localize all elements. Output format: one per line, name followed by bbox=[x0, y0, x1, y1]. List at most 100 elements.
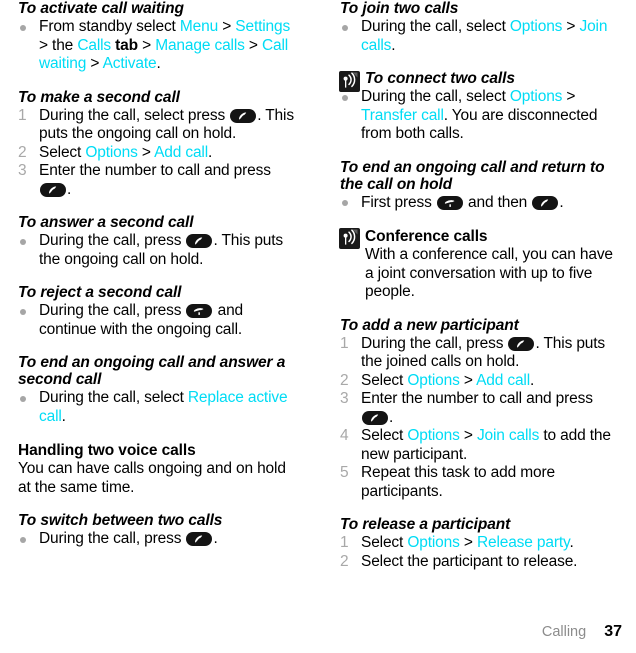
page-footer: Calling 37 bbox=[542, 623, 622, 641]
list-item: During the call, select Options > Transf… bbox=[340, 88, 622, 144]
footer-chapter-name: Calling bbox=[541, 624, 587, 640]
text-run: Select bbox=[361, 534, 408, 551]
heading-end-and-return: To end an ongoing call and return to the… bbox=[340, 158, 605, 193]
heading-connect-two-calls: To connect two calls bbox=[365, 70, 515, 87]
list-item: First press and then . bbox=[340, 194, 622, 213]
heading-join-two-calls: To join two calls bbox=[340, 0, 459, 17]
bullet-marker bbox=[20, 238, 26, 245]
text-run: > bbox=[137, 36, 156, 54]
step-number: 1 bbox=[340, 334, 349, 352]
text-run: During the call, press bbox=[39, 302, 186, 319]
text-run: > bbox=[244, 36, 262, 54]
step-number: 3 bbox=[18, 162, 27, 179]
heading-conference-calls: Conference calls bbox=[365, 228, 488, 245]
heading-switch-between-calls: To switch between two calls bbox=[18, 512, 223, 529]
text-run: > bbox=[562, 18, 580, 35]
text-run: > bbox=[459, 427, 477, 444]
link-options[interactable]: Options bbox=[407, 372, 460, 389]
body-conference-calls: With a conference call, you can have a j… bbox=[365, 246, 613, 300]
list-activate-call-waiting: From standby select Menu > Settings > th… bbox=[18, 18, 302, 74]
bullet-marker bbox=[342, 200, 348, 206]
text-run: > bbox=[86, 55, 103, 72]
list-item: 1 During the call, press . This puts the… bbox=[340, 335, 622, 372]
heading-answer-second-call: To answer a second call bbox=[18, 214, 194, 231]
step-number: 2 bbox=[340, 371, 349, 389]
call-key-icon bbox=[186, 532, 213, 546]
step-number: 3 bbox=[340, 390, 349, 407]
text-run: . bbox=[61, 407, 66, 425]
text-run-tab: tab bbox=[111, 36, 138, 54]
body-handling-two-voice-calls: You can have calls ongoing and on hold a… bbox=[18, 460, 286, 496]
heading-make-second-call: To make a second call bbox=[18, 88, 180, 106]
call-key-icon bbox=[40, 182, 66, 197]
link-options[interactable]: Options bbox=[407, 534, 460, 551]
step-number: 1 bbox=[340, 534, 349, 551]
list-join-two-calls: During the call, select Options > Join c… bbox=[340, 18, 622, 55]
call-key-icon bbox=[532, 195, 559, 210]
list-item: 2 Select Options > Add call. bbox=[18, 144, 302, 163]
text-run: . bbox=[559, 193, 564, 211]
link-transfer-call[interactable]: Transfer call bbox=[361, 107, 444, 124]
text-run: . bbox=[530, 371, 535, 389]
link-manage-calls[interactable]: Manage calls bbox=[155, 37, 245, 54]
list-item: During the call, press and continue with… bbox=[18, 302, 302, 339]
text-run: From standby select bbox=[39, 18, 180, 35]
text-run: Repeat this task to add more participant… bbox=[361, 464, 555, 500]
list-item: During the call, press . bbox=[18, 530, 302, 549]
link-options[interactable]: Options bbox=[85, 144, 138, 161]
list-item: During the call, press . This puts the o… bbox=[18, 232, 302, 269]
list-item: 4 Select Options > Join calls to add the… bbox=[340, 427, 622, 464]
text-run: . bbox=[208, 143, 213, 161]
bullet-marker bbox=[342, 94, 348, 101]
list-end-and-answer: During the call, select Replace active c… bbox=[18, 389, 302, 426]
link-options[interactable]: Options bbox=[510, 88, 563, 105]
footer-page-number: 37 bbox=[604, 623, 622, 640]
link-release-party[interactable]: Release party bbox=[477, 534, 570, 551]
list-answer-second-call: During the call, press . This puts the o… bbox=[18, 232, 302, 269]
list-item: 1 During the call, select press . This p… bbox=[18, 107, 302, 144]
heading-release-participant: To release a participant bbox=[340, 516, 511, 533]
heading-end-and-answer: To end an ongoing call and answer a seco… bbox=[18, 354, 286, 388]
end-call-key-icon bbox=[186, 304, 213, 318]
text-run: > bbox=[218, 18, 236, 35]
text-run: During the call, select bbox=[39, 389, 188, 406]
link-settings[interactable]: Settings bbox=[235, 18, 290, 35]
bullet-marker bbox=[20, 536, 26, 543]
text-run: During the call, select press bbox=[39, 106, 230, 124]
bullet-marker bbox=[20, 24, 26, 31]
text-run: . bbox=[569, 534, 574, 551]
text-run: During the call, press bbox=[39, 232, 186, 249]
text-run: Enter the number to call and press bbox=[361, 390, 593, 407]
bullet-marker bbox=[20, 308, 26, 315]
list-item: During the call, select Replace active c… bbox=[18, 389, 302, 426]
right-column: To join two calls During the call, selec… bbox=[318, 0, 636, 571]
list-release-participant: 1 Select Options > Release party. 2 Sele… bbox=[340, 534, 622, 571]
link-options[interactable]: Options bbox=[407, 427, 460, 444]
list-item: 2 Select the participant to release. bbox=[340, 553, 622, 572]
text-run: Select bbox=[39, 143, 86, 161]
heading-add-new-participant: To add a new participant bbox=[340, 316, 519, 334]
text-run: Enter the number to call and press bbox=[39, 162, 271, 179]
link-options[interactable]: Options bbox=[510, 18, 563, 35]
list-make-second-call: 1 During the call, select press . This p… bbox=[18, 107, 302, 200]
heading-row-connect-two-calls: To connect two calls bbox=[339, 70, 622, 92]
text-run: > bbox=[562, 88, 576, 105]
heading-activate-call-waiting: To activate call waiting bbox=[18, 0, 184, 17]
link-add-call[interactable]: Add call bbox=[476, 372, 530, 389]
text-run: > bbox=[459, 534, 477, 551]
two-column-layout: To activate call waiting From standby se… bbox=[0, 0, 636, 571]
network-service-icon bbox=[339, 228, 360, 249]
link-calls[interactable]: Calls bbox=[77, 37, 111, 54]
text-run: Select bbox=[361, 427, 408, 444]
link-add-call[interactable]: Add call bbox=[154, 144, 208, 161]
list-item: From standby select Menu > Settings > th… bbox=[18, 18, 302, 74]
list-item: 5 Repeat this task to add more participa… bbox=[340, 464, 622, 501]
text-run: > the bbox=[39, 36, 78, 54]
text-run: . bbox=[156, 55, 161, 72]
list-end-and-return: First press and then . bbox=[340, 194, 622, 213]
call-key-icon bbox=[186, 234, 213, 248]
link-join-calls[interactable]: Join calls bbox=[477, 427, 539, 444]
link-menu[interactable]: Menu bbox=[180, 18, 218, 35]
link-activate[interactable]: Activate bbox=[103, 55, 157, 72]
list-item: 3 Enter the number to call and press . bbox=[340, 390, 622, 427]
